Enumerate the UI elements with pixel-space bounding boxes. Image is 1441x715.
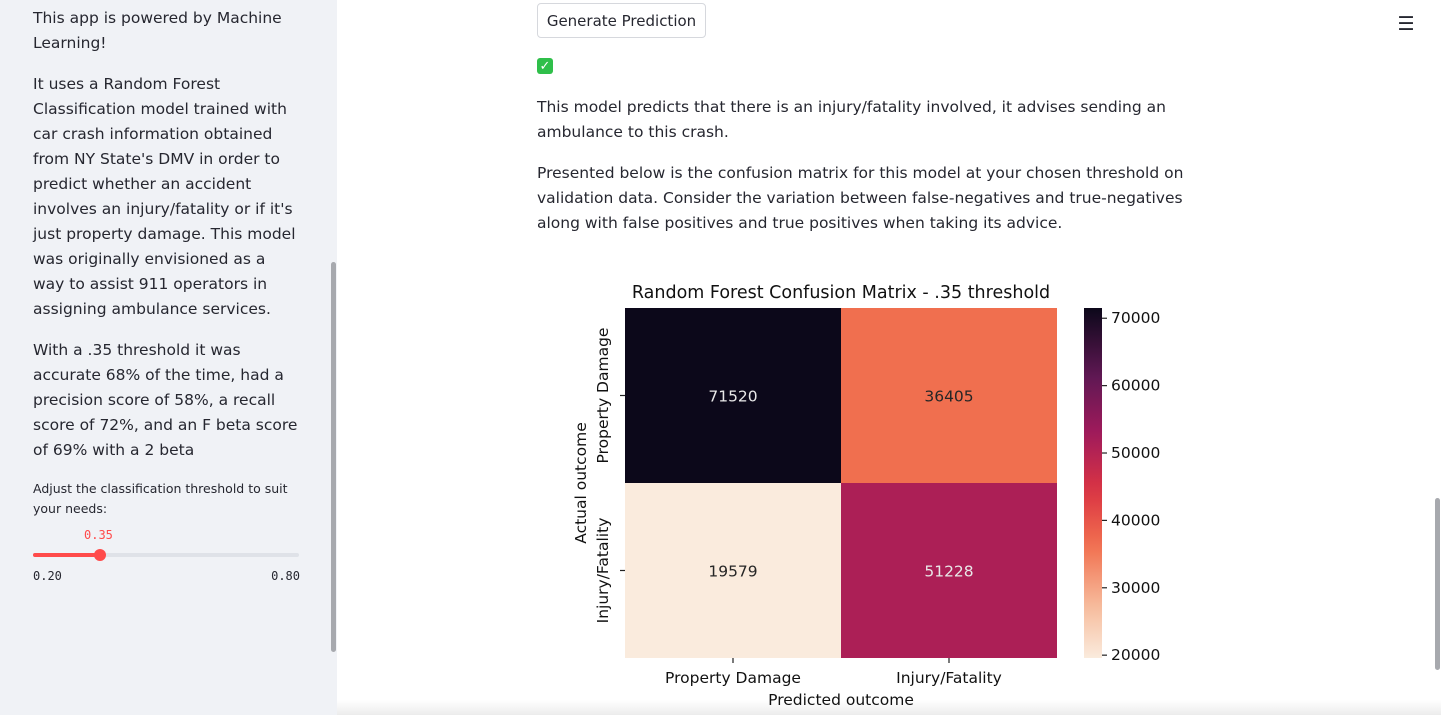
colorbar bbox=[1084, 308, 1102, 658]
threshold-slider[interactable]: 0.35 0.20 0.80 bbox=[33, 519, 301, 599]
colorbar-tick-label: 70000 bbox=[1111, 309, 1160, 327]
chart-title: Random Forest Confusion Matrix - .35 thr… bbox=[632, 283, 1050, 303]
prediction-result-text: This model predicts that there is an inj… bbox=[537, 98, 1166, 141]
cell-value-label: 36405 bbox=[924, 388, 973, 406]
slider-track[interactable] bbox=[33, 549, 299, 561]
colorbar-tick-label: 30000 bbox=[1111, 579, 1160, 597]
sidebar-intro-text: This app is powered by Machine Learning! bbox=[33, 9, 282, 52]
sidebar-scrollbar[interactable] bbox=[331, 262, 336, 652]
cell-value-label: 71520 bbox=[708, 388, 757, 406]
sidebar-metrics-text: With a .35 threshold it was accurate 68%… bbox=[33, 341, 298, 459]
confusion-matrix-intro-text: Presented below is the confusion matrix … bbox=[537, 164, 1184, 232]
cell-value-label: 19579 bbox=[708, 563, 757, 581]
x-tick-label: Injury/Fatality bbox=[896, 669, 1002, 687]
y-tick-label: Property Damage bbox=[594, 328, 612, 464]
x-tick-label: Property Damage bbox=[665, 669, 801, 687]
cell-value-label: 51228 bbox=[924, 563, 973, 581]
threshold-slider-label: Adjust the classification threshold to s… bbox=[33, 481, 288, 516]
colorbar-tick-label: 20000 bbox=[1111, 646, 1160, 664]
y-tick-label: Injury/Fatality bbox=[594, 518, 612, 624]
colorbar-tick-label: 60000 bbox=[1111, 377, 1160, 395]
slider-thumb[interactable] bbox=[93, 549, 106, 561]
sidebar-model-description: It uses a Random Forest Classification m… bbox=[33, 75, 296, 318]
y-axis-label: Actual outcome bbox=[572, 422, 590, 544]
slider-fill bbox=[33, 553, 100, 557]
slider-max-label: 0.80 bbox=[271, 569, 300, 583]
hamburger-menu-icon[interactable]: ☰ bbox=[1396, 14, 1416, 34]
sidebar-content: This app is powered by Machine Learning!… bbox=[33, 6, 301, 599]
sidebar: This app is powered by Machine Learning!… bbox=[0, 0, 337, 715]
confusion-matrix-chart: Random Forest Confusion Matrix - .35 thr… bbox=[572, 283, 1160, 709]
slider-min-label: 0.20 bbox=[33, 569, 62, 583]
colorbar-tick-label: 40000 bbox=[1111, 511, 1160, 529]
slider-current-value: 0.35 bbox=[84, 528, 113, 542]
colorbar-tick-label: 50000 bbox=[1111, 444, 1160, 462]
generate-prediction-button[interactable]: Generate Prediction bbox=[537, 3, 706, 38]
main-scrollbar[interactable] bbox=[1435, 498, 1440, 670]
x-axis-label: Predicted outcome bbox=[768, 691, 914, 709]
check-mark-icon: ✓ bbox=[537, 58, 553, 74]
